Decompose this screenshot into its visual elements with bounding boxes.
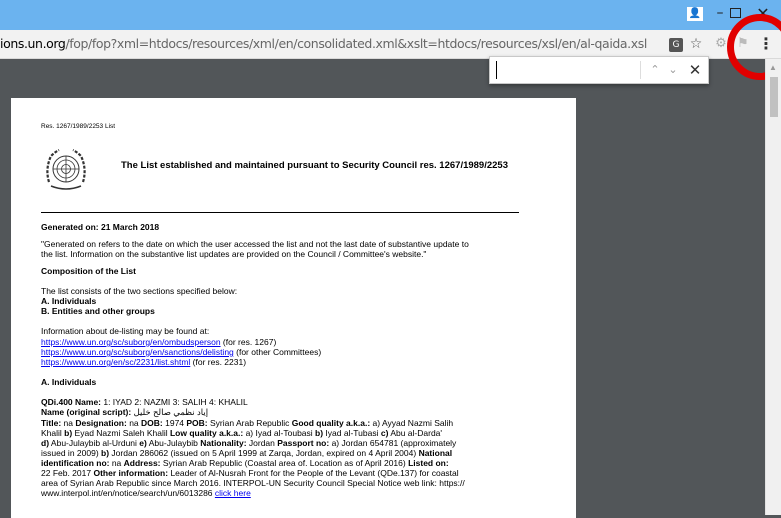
other-info-label: Other information: xyxy=(93,468,169,478)
passport-value: a) Jordan 654781 (approximately xyxy=(329,438,457,448)
national-id-value: na xyxy=(109,458,124,468)
header-reference: Res. 1267/1989/2253 List xyxy=(41,123,116,130)
designation-value: na xyxy=(126,418,142,428)
bookmark-star-icon[interactable]: ☆ xyxy=(687,35,705,53)
individuals-heading: A. Individuals xyxy=(41,377,97,387)
pob-label: POB: xyxy=(186,418,208,428)
national-id-label: National xyxy=(418,448,453,458)
title-label: Title: xyxy=(41,418,62,428)
section-b-label: B. Entities and other groups xyxy=(41,306,155,316)
find-previous-button[interactable]: ⌃ xyxy=(647,61,663,79)
un-emblem-logo xyxy=(46,149,86,190)
address-value: Syrian Arab Republic (Coastal area of. L… xyxy=(160,458,409,468)
click-here-link[interactable]: click here xyxy=(215,488,251,498)
address-label: Address: xyxy=(123,458,161,468)
url-path: /fop/fop?xml=htdocs/resources/xml/en/con… xyxy=(65,36,647,51)
user-profile-icon[interactable]: 👤 xyxy=(687,7,703,21)
delisting-line2: https://www.un.org/sc/suborg/en/sanction… xyxy=(41,347,321,358)
entry-line3: Title: na Designation: na DOB: 1974 POB:… xyxy=(41,418,453,429)
designation-label: Designation: xyxy=(75,418,127,428)
listed-on-label: Listed on: xyxy=(408,458,449,468)
passport-value: issued in 2009) xyxy=(41,448,102,458)
find-close-button[interactable]: ✕ xyxy=(686,60,704,80)
passport-value: Jordan 286062 (issued on 5 April 1999 at… xyxy=(109,448,419,458)
passport-marker: b) xyxy=(101,448,110,458)
entry-line8: 22 Feb. 2017 Other information: Leader o… xyxy=(41,468,459,479)
entry-id-label: QDi.400 Name: xyxy=(41,397,101,407)
pdf-page: Res. 1267/1989/2253 List The List establ… xyxy=(11,98,576,518)
pob-value: Syrian Arab Republic xyxy=(207,418,292,428)
entry-line4: Khalil b) Eyad Nazmi Saleh Khalil Low qu… xyxy=(41,428,442,439)
entry-id-value: 1: IYAD 2: NAZMI 3: SALIH 4: KHALIL xyxy=(101,397,248,407)
translate-icon[interactable]: G xyxy=(669,38,683,52)
aka-text: Abu-Julaybib al-Urduni xyxy=(49,438,140,448)
generated-note-line1: "Generated on refers to the date on whic… xyxy=(41,239,469,249)
scroll-thumb[interactable] xyxy=(770,77,778,117)
aka-text: Iyad al-Tubasi xyxy=(323,428,381,438)
url-host: ions.un.org xyxy=(0,36,66,51)
composition-heading: Composition of the List xyxy=(41,266,136,276)
aka-text: Abu al-Darda' xyxy=(388,428,443,438)
aka-marker: b) xyxy=(64,428,73,438)
address-bar[interactable]: ions.un.org/fop/fop?xml=htdocs/resources… xyxy=(0,34,700,54)
title-divider xyxy=(41,212,519,213)
good-aka-value: a) Ayyad Nazmi Salih xyxy=(370,418,454,428)
scroll-up-arrow-icon[interactable]: ▲ xyxy=(769,63,777,72)
other-info-value: Leader of Al-Nusrah Front for the People… xyxy=(168,468,459,478)
aka-text: a) Iyad al-Toubasi xyxy=(243,428,316,438)
link2-suffix: (for other Committees) xyxy=(233,347,322,357)
entry-line5: d) Abu-Julaybib al-Urduni e) Abu-Julaybi… xyxy=(41,438,456,449)
dob-label: DOB: xyxy=(141,418,163,428)
ombudsperson-link[interactable]: https://www.un.org/sc/suborg/en/ombudspe… xyxy=(41,337,221,347)
maximize-button[interactable] xyxy=(730,8,741,18)
dob-value: 1974 xyxy=(162,418,187,428)
aka-marker: d) xyxy=(41,438,50,448)
original-script-label: Name (original script): xyxy=(41,407,132,417)
aka-marker: b) xyxy=(315,428,324,438)
find-separator xyxy=(640,61,641,79)
aka-text: Abu-Julaybib xyxy=(146,438,201,448)
minimize-button[interactable]: – xyxy=(713,5,727,21)
delisting-line3: https://www.un.org/en/sc/2231/list.shtml… xyxy=(41,357,246,368)
good-aka-label: Good quality a.k.a.: xyxy=(291,418,371,428)
section-a-label: A. Individuals xyxy=(41,296,97,306)
low-aka-label: Low quality a.k.a.: xyxy=(169,428,244,438)
national-id-label: identification no: xyxy=(41,458,110,468)
entry-line10: www.interpol.int/en/notice/search/un/601… xyxy=(41,488,251,499)
window-titlebar: 👤 – ✕ xyxy=(0,0,781,30)
generated-date: Generated on: 21 March 2018 xyxy=(41,222,160,232)
vertical-scrollbar[interactable]: ▲ xyxy=(765,59,781,515)
list-2231-link[interactable]: https://www.un.org/en/sc/2231/list.shtml xyxy=(41,357,190,367)
link3-suffix: (for res. 2231) xyxy=(190,357,247,367)
document-title: The List established and maintained purs… xyxy=(121,160,508,171)
delisting-intro: Information about de-listing may be foun… xyxy=(41,326,210,336)
entry-original-script-line: Name (original script): إياد نظمي صالح خ… xyxy=(41,407,208,418)
generated-note-line2: the list. Information on the substantive… xyxy=(41,249,427,259)
entry-name-line: QDi.400 Name: 1: IYAD 2: NAZMI 3: SALIH … xyxy=(41,397,248,408)
passport-label: Passport no: xyxy=(277,438,330,448)
entry-line7: identification no: na Address: Syrian Ar… xyxy=(41,458,449,469)
entry-line9: area of Syrian Arab Republic since March… xyxy=(41,478,465,488)
find-input[interactable] xyxy=(496,61,632,79)
title-value: na xyxy=(61,418,76,428)
original-script-value: إياد نظمي صالح خليل xyxy=(131,407,209,417)
link1-suffix: (for res. 1267) xyxy=(220,337,277,347)
aka-text: Eyad Nazmi Saleh Khalil xyxy=(72,428,170,438)
delisting-line1: https://www.un.org/sc/suborg/en/ombudspe… xyxy=(41,337,276,348)
aka-marker: e) xyxy=(139,438,147,448)
entry-line6: issued in 2009) b) Jordan 286062 (issued… xyxy=(41,448,452,459)
aka-text: Khalil xyxy=(41,428,65,438)
find-bar: ⌃ ⌄ ✕ xyxy=(489,56,709,84)
find-next-button[interactable]: ⌄ xyxy=(665,61,681,79)
interpol-url-text: www.interpol.int/en/notice/search/un/601… xyxy=(41,488,215,498)
nationality-label: Nationality: xyxy=(200,438,247,448)
delisting-link[interactable]: https://www.un.org/sc/suborg/en/sanction… xyxy=(41,347,234,357)
nationality-value: Jordan xyxy=(246,438,278,448)
listed-on-value: 22 Feb. 2017 xyxy=(41,468,94,478)
composition-intro: The list consists of the two sections sp… xyxy=(41,286,238,296)
